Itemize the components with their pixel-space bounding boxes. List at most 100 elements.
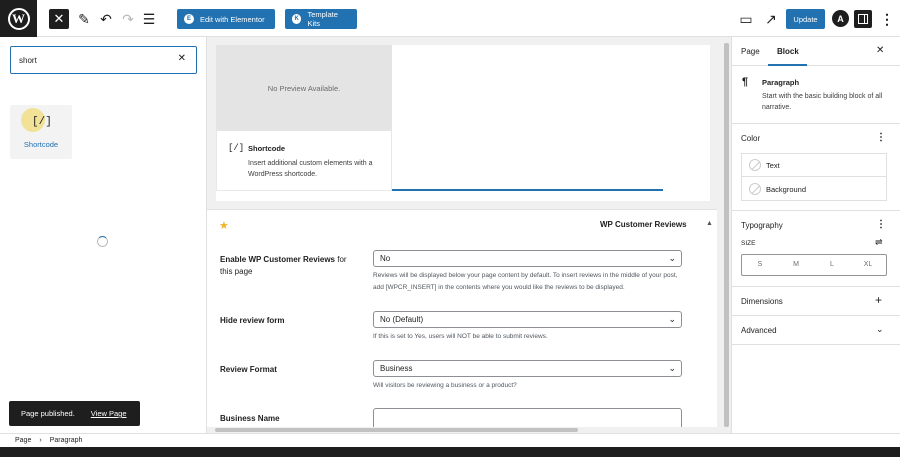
chevron-down-icon: ⌄ [668, 314, 676, 324]
block-result-label: Shortcode [23, 140, 59, 149]
font-size-option[interactable]: XL [850, 255, 886, 275]
close-inserter-button[interactable]: ✕ [49, 9, 69, 29]
template-kits-button[interactable]: K Template Kits [285, 9, 357, 29]
hide-review-form-select[interactable]: No (Default) ⌄ [373, 311, 682, 328]
close-sidebar-icon[interactable]: ✕ [876, 45, 884, 56]
advanced-panel-title[interactable]: Advanced [741, 326, 777, 335]
color-item-label: Background [766, 185, 807, 194]
paragraph-icon: ¶ [742, 76, 749, 88]
preview-block-card: [/] Shortcode Insert additional custom e… [216, 131, 392, 191]
settings-sidebar-toggle[interactable] [854, 10, 872, 28]
wordpress-logo-icon: W [7, 7, 30, 30]
inserter-search-box: ✕ [10, 46, 197, 74]
hide-review-form-help: If this is set to Yes, users will NOT be… [373, 333, 548, 340]
business-name-label: Business Name [220, 414, 280, 423]
chevron-down-icon: ⌄ [668, 253, 676, 263]
breadcrumb-separator-icon: › [39, 437, 42, 444]
template-kits-label: Template Kits [307, 10, 338, 28]
astra-settings-icon[interactable]: A [832, 10, 849, 27]
snackbar-notice: Page published. View Page [9, 401, 140, 426]
font-size-label: SIZE [741, 240, 756, 247]
block-card-title: Paragraph [762, 78, 800, 87]
typography-options-icon[interactable]: ⋮ [876, 219, 886, 230]
more-options-icon[interactable]: ⋮ [877, 9, 897, 29]
block-result-shortcode[interactable]: [/] Shortcode [10, 105, 72, 159]
undo-icon[interactable]: ↶ [96, 9, 116, 29]
block-card: ¶ Paragraph Start with the basic buildin… [732, 66, 900, 124]
tab-page[interactable]: Page [741, 47, 760, 56]
divider [732, 210, 900, 211]
block-inserter-panel: ✕ [/] Shortcode Page published. View Pag… [0, 37, 207, 433]
font-size-option[interactable]: L [814, 255, 850, 275]
preview-insertion-line [392, 189, 663, 191]
view-page-link[interactable]: View Page [91, 409, 127, 418]
template-kits-icon: K [292, 14, 302, 24]
canvas-vertical-scrollbar[interactable] [722, 37, 731, 433]
review-format-value: Business [380, 364, 413, 373]
sidebar-icon [858, 14, 868, 24]
block-editor: W ✕ ✎ ↶ ↷ ☰ E Edit with Elementor K Temp… [0, 0, 900, 457]
divider [732, 286, 900, 287]
block-preview-popover: No Preview Available. [/] Shortcode Inse… [216, 45, 710, 201]
screen-bottom-edge [0, 447, 900, 457]
color-item-label: Text [766, 160, 780, 170]
collapse-toggle-icon[interactable]: ▲ [706, 220, 713, 227]
review-format-label: Review Format [220, 365, 277, 374]
color-panel-title: Color [741, 134, 761, 143]
color-items-group: Text Background [741, 153, 887, 201]
plus-icon[interactable]: + [875, 293, 882, 307]
review-format-help: Will visitors be reviewing a business or… [373, 382, 517, 389]
editor-canvas: No Preview Available. [/] Shortcode Inse… [207, 37, 731, 433]
metabox-title: WP Customer Reviews [600, 220, 687, 229]
font-size-option[interactable]: S [742, 255, 778, 275]
empty-swatch-icon [749, 183, 761, 195]
loading-spinner-icon [97, 236, 108, 247]
custom-size-settings-icon[interactable]: ⇌ [875, 237, 883, 248]
wordpress-logo-button[interactable]: W [0, 0, 37, 37]
scrollbar-thumb[interactable] [215, 428, 578, 432]
enable-reviews-select[interactable]: No ⌄ [373, 250, 682, 267]
color-item-text[interactable]: Text [742, 154, 886, 177]
font-size-option[interactable]: M [778, 255, 814, 275]
redo-icon[interactable]: ↷ [118, 9, 138, 29]
font-size-picker: S M L XL [741, 254, 887, 276]
breadcrumb-item-paragraph[interactable]: Paragraph [50, 437, 83, 444]
star-icon: ★ [219, 220, 229, 232]
wp-customer-reviews-metabox: ★ WP Customer Reviews ▲ Enable WP Custom… [207, 209, 717, 433]
tools-pen-icon[interactable]: ✎ [74, 9, 94, 29]
edit-with-elementor-button[interactable]: E Edit with Elementor [177, 9, 275, 29]
sidebar-tabs: Page Block ✕ [732, 37, 900, 66]
editor-header: W ✕ ✎ ↶ ↷ ☰ E Edit with Elementor K Temp… [0, 0, 900, 37]
clear-search-icon[interactable]: ✕ [178, 53, 186, 64]
document-overview-icon[interactable]: ☰ [139, 9, 159, 29]
enable-reviews-value: No [380, 254, 391, 263]
breadcrumb-item-page[interactable]: Page [15, 437, 31, 444]
preview-block-description: Insert additional custom elements with a… [248, 160, 373, 178]
block-search-input[interactable] [19, 53, 169, 67]
preview-block-title: Shortcode [248, 144, 286, 153]
divider [732, 315, 900, 316]
chevron-down-icon: ⌄ [668, 363, 676, 373]
chevron-down-icon[interactable]: ⌄ [876, 324, 884, 335]
hide-review-form-value: No (Default) [380, 315, 424, 324]
hide-review-form-label: Hide review form [220, 316, 285, 325]
enable-reviews-label: Enable WP Customer Reviews for this page [220, 254, 360, 278]
scrollbar-thumb[interactable] [724, 43, 729, 427]
color-item-background[interactable]: Background [742, 178, 886, 201]
view-page-icon[interactable]: ↗ [761, 9, 781, 29]
settings-sidebar: Page Block ✕ ¶ Paragraph Start with the … [731, 37, 900, 433]
shortcode-block-icon: [/] [32, 116, 52, 128]
tab-block[interactable]: Block [777, 47, 799, 56]
empty-swatch-icon [749, 159, 761, 171]
color-options-icon[interactable]: ⋮ [876, 132, 886, 143]
update-button[interactable]: Update [786, 9, 825, 29]
snackbar-message: Page published. [21, 409, 75, 418]
typography-panel-title: Typography [741, 221, 783, 230]
preview-placeholder: No Preview Available. [216, 45, 392, 131]
dimensions-panel-title[interactable]: Dimensions [741, 297, 783, 306]
desktop-preview-icon[interactable]: ▭ [736, 9, 756, 29]
edit-with-elementor-label: Edit with Elementor [200, 14, 265, 24]
review-format-select[interactable]: Business ⌄ [373, 360, 682, 377]
elementor-icon: E [184, 14, 194, 24]
enable-reviews-label-bold: Enable WP Customer Reviews [220, 255, 335, 264]
